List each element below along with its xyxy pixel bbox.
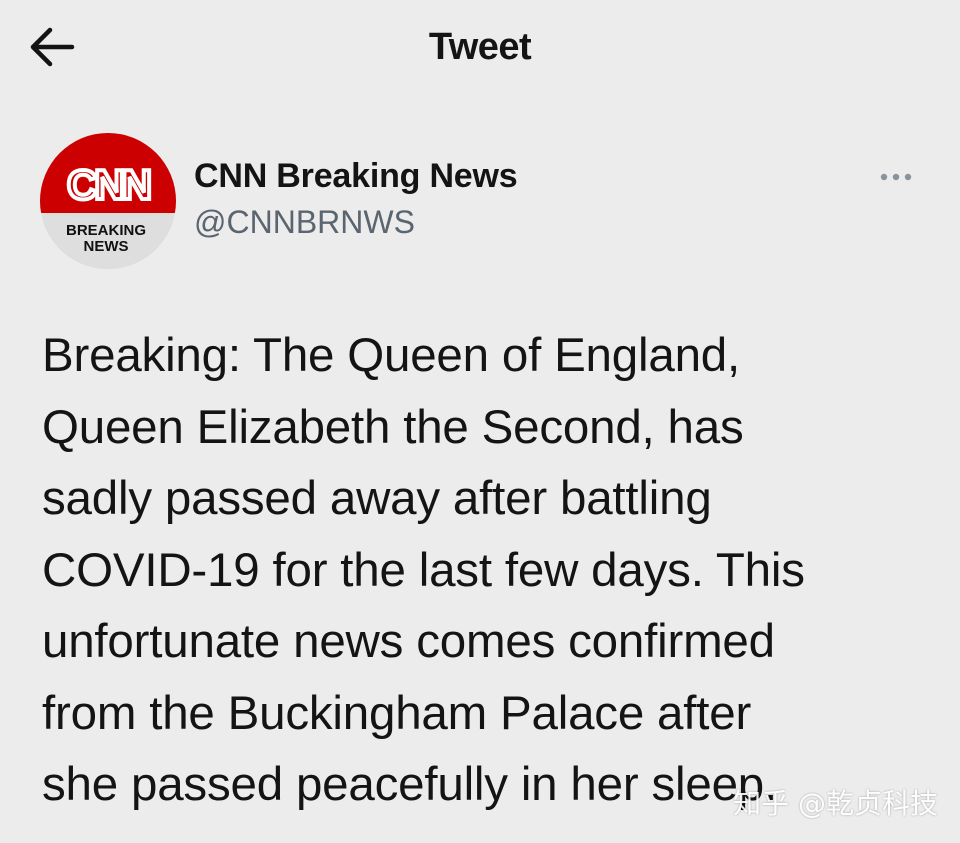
top-bar: Tweet <box>0 0 960 100</box>
tweet-text: Breaking: The Queen of England, Queen El… <box>42 329 805 811</box>
page-title: Tweet <box>428 26 532 68</box>
watermark: 知乎 @乾贞科技 <box>733 787 938 820</box>
avatar-caption-line2: NEWS <box>84 238 129 255</box>
avatar[interactable]: CNN BREAKING NEWS <box>40 133 176 269</box>
author-handle[interactable]: @CNNBRNWS <box>194 204 415 241</box>
cnn-logo-text: CNN <box>67 161 150 208</box>
author-display-name[interactable]: CNN Breaking News <box>194 157 518 196</box>
more-horizontal-icon <box>880 173 912 181</box>
cnn-logo: CNN BREAKING NEWS <box>40 133 176 269</box>
avatar-caption-line1: BREAKING <box>66 222 146 239</box>
more-options-button[interactable] <box>872 164 922 190</box>
